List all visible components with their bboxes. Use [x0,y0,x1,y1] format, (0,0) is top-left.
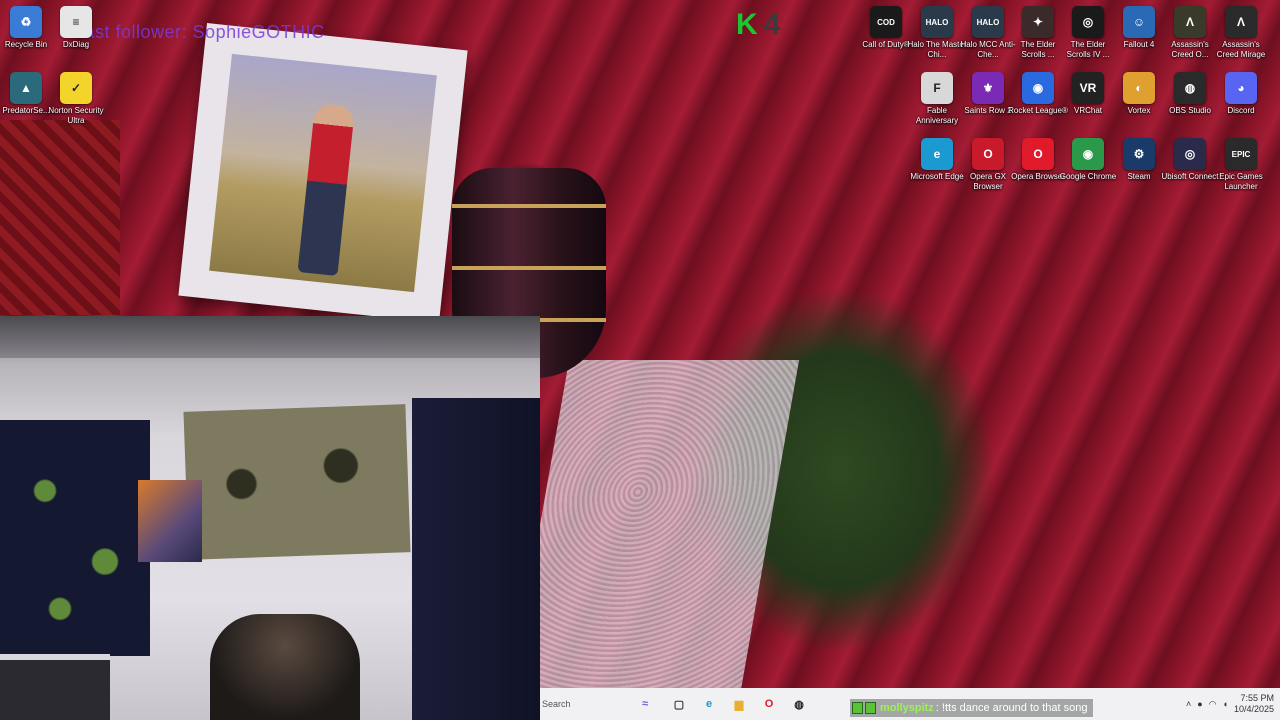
desktop-icon-saints-row[interactable]: ⚜ Saints Row 2 [962,72,1014,116]
desktop-icon-oblivion[interactable]: ◎ The Elder Scrolls IV ... [1062,6,1114,60]
badge-number: 4 [763,8,781,41]
urn-band [452,266,606,270]
edge-taskbar-icon[interactable]: e [698,693,720,715]
edge-icon: e [921,138,953,170]
document-icon: ≡ [60,6,92,38]
stream-badge: K4 [736,8,794,42]
stream-follower-overlay: Last follower: SophieGOTHIC [74,22,325,42]
opera-taskbar-icon[interactable]: O [758,693,780,715]
desktop-icon-vrchat[interactable]: VR VRChat [1062,72,1114,116]
desktop-icon-vortex[interactable]: ◐ Vortex [1113,72,1165,116]
chevron-up-icon[interactable]: ˄ [1186,699,1191,709]
webcam-doorway [412,398,540,720]
opera-icon: O [1022,138,1054,170]
wallpaper-photo [209,53,437,293]
chat-badges [852,702,876,714]
taskbar-clock[interactable]: 7:55 PM 10/4/2025 [1234,693,1274,715]
opera-gx-icon: O [972,138,1004,170]
search-placeholder: Search [542,699,571,709]
desktop-icon-label: DxDiag [62,40,90,49]
vrchat-icon: VR [1072,72,1104,104]
desktop-icon-opera-gx[interactable]: O Opera GX Browser [962,138,1014,192]
assassins-creed-mirage-icon: Λ [1225,6,1257,38]
ubisoft-icon: ◎ [1174,138,1206,170]
desktop-icon-discord[interactable]: ◕ Discord [1215,72,1267,116]
desktop-icon-halo-mcc[interactable]: HALO Halo MCC Anti-Che... [960,6,1016,60]
oblivion-icon: ◎ [1072,6,1104,38]
urn-band [452,204,606,208]
taskbar-pinned: ▢ e ▆ O ◍ [664,693,814,715]
desktop-icon-rocket-league[interactable]: ◉ Rocket League® [1008,72,1068,116]
desktop-icon-steam[interactable]: ⚙ Steam [1113,138,1165,182]
desktop-icon-halo[interactable]: HALO Halo The Master Chi... [908,6,967,60]
vortex-icon: ◐ [1123,72,1155,104]
badge-letter: K [736,8,758,41]
desktop-icon-chrome[interactable]: ◉ Google Chrome [1060,138,1116,182]
call-of-duty-icon: COD [870,6,902,38]
chat-text: : !tts dance around to that song [935,702,1088,714]
desktop-icon-norton[interactable]: ✓ Norton Security Ultra [48,72,104,126]
desktop-icon-ubisoft[interactable]: ◎ Ubisoft Connect [1162,138,1218,182]
desktop-icon-document[interactable]: ≡ DxDiag [50,6,102,50]
wifi-icon[interactable]: ◠ [1209,699,1217,710]
clock-time: 7:55 PM [1240,693,1274,703]
wallpaper-photo-frame [178,23,468,323]
clock-date: 10/4/2025 [1233,704,1274,714]
predator-sense-icon: ▲ [10,72,42,104]
volume-icon[interactable]: ◖ [1223,699,1228,709]
desktop-icon-obs[interactable]: ◍ OBS Studio [1164,72,1216,116]
chrome-icon: ◉ [1072,138,1104,170]
desktop-icon-fallout[interactable]: ☺ Fallout 4 [1113,6,1165,50]
norton-icon: ✓ [60,72,92,104]
webcam-overlay [0,316,540,720]
chat-badge-icon [865,702,876,714]
search-highlight-icon[interactable]: ≈ [630,693,660,715]
halo-mcc-icon: HALO [972,6,1004,38]
desktop-icon-fable[interactable]: F Fable Anniversary [911,72,963,126]
discord-icon: ◕ [1225,72,1257,104]
desktop-icon-predator-sense[interactable]: ▲ PredatorSe... [0,72,52,116]
desktop-icon-label: Discord [1227,106,1255,115]
saints-row-icon: ⚜ [972,72,1004,104]
desktop-icon-label: Norton Security Ultra [48,106,104,125]
microphone-icon[interactable]: ● [1197,699,1202,709]
webcam-ceiling [0,316,540,358]
webcam-poster [138,480,202,562]
chat-message: mollyspitz : !tts dance around to that s… [850,699,1094,717]
desktop-icon-label: Epic Games Launcher [1219,172,1263,191]
obs-taskbar-icon[interactable]: ◍ [788,693,810,715]
system-tray: ˄ ● ◠ ◖ 7:55 PM 10/4/2025 [1186,690,1274,718]
task-view-icon[interactable]: ▢ [668,693,690,715]
desktop-icon-epic-games[interactable]: EPIC Epic Games Launcher [1215,138,1267,192]
file-explorer-icon[interactable]: ▆ [728,693,750,715]
desktop-icon-edge[interactable]: e Microsoft Edge [910,138,964,182]
desktop-icon-elder-scrolls[interactable]: ✦ The Elder Scrolls ... [1012,6,1064,60]
webcam-tapestry-right [183,404,411,560]
desktop-icon-label: Assassin's Creed Mirage [1216,40,1266,59]
desktop-icon-opera[interactable]: O Opera Browser [1011,138,1065,182]
webcam-window [0,654,110,720]
rocket-league-icon: ◉ [1022,72,1054,104]
elder-scrolls-icon: ✦ [1022,6,1054,38]
desktop-icon-assassins-creed[interactable]: Λ Assassin's Creed O... [1164,6,1216,60]
webcam-tapestry-left [0,420,150,656]
desktop-icon-call-of-duty[interactable]: COD Call of Duty® [860,6,912,50]
wallpaper-person [297,102,356,277]
taskbar-search-input[interactable]: Search [540,692,626,716]
chat-badge-icon [852,702,863,714]
desktop-icon-recycle-bin[interactable]: ♻ Recycle Bin [0,6,52,50]
webcam-gaming-chair [210,614,360,720]
fallout-icon: ☺ [1123,6,1155,38]
obs-icon: ◍ [1174,72,1206,104]
epic-games-icon: EPIC [1225,138,1257,170]
assassins-creed-icon: Λ [1174,6,1206,38]
desktop-icon-assassins-creed-mirage[interactable]: Λ Assassin's Creed Mirage [1215,6,1267,60]
wallpaper-carpet [0,120,120,315]
halo-icon: HALO [921,6,953,38]
chat-username: mollyspitz [880,702,934,714]
fable-icon: F [921,72,953,104]
recycle-bin-icon: ♻ [10,6,42,38]
steam-icon: ⚙ [1123,138,1155,170]
